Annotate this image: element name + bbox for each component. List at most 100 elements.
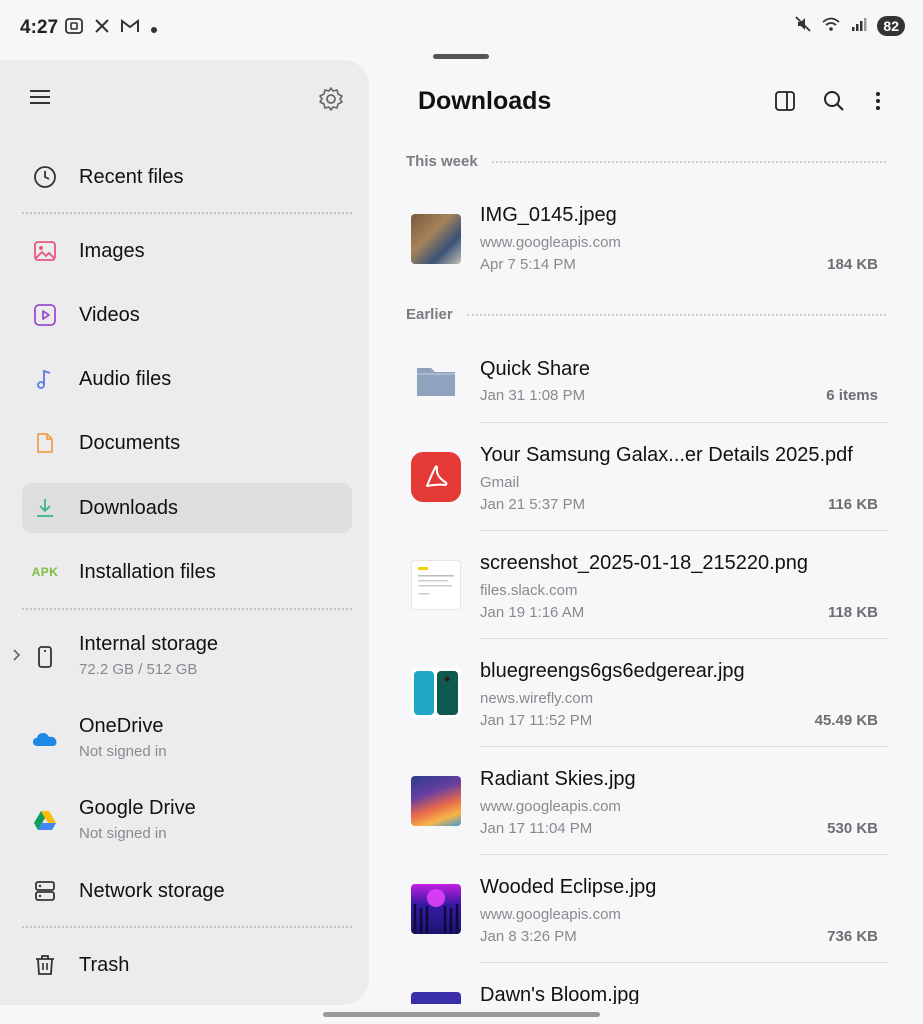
sidebar-item-network-storage[interactable]: Network storage (22, 866, 352, 916)
gesture-nav-handle[interactable] (323, 1012, 600, 1017)
file-date: Jan 31 1:08 PM (480, 387, 586, 404)
hamburger-icon-line (30, 102, 50, 104)
section-label: This week (406, 153, 478, 170)
mute-icon (795, 16, 812, 36)
wifi-icon (821, 16, 841, 36)
sign-in-status: Not signed in (79, 825, 167, 842)
row-divider (480, 854, 888, 855)
file-size: 184 KB (827, 256, 878, 273)
file-row-bluegreen-jpg[interactable]: bluegreengs6gs6edgerear.jpg news.wirefly… (406, 656, 888, 736)
image-thumbnail (411, 884, 461, 934)
onedrive-icon (32, 726, 58, 752)
signal-icon (851, 16, 867, 36)
section-header-this-week: This week (406, 153, 886, 170)
sidebar-item-recent-files[interactable]: Recent files (22, 152, 352, 202)
file-size: 118 KB (827, 604, 878, 621)
sidebar-item-videos[interactable]: Videos (22, 290, 352, 340)
battery-badge: 82 (877, 16, 905, 36)
split-view-button[interactable] (772, 88, 798, 114)
file-row-radiant-skies[interactable]: Radiant Skies.jpg www.googleapis.com Jan… (406, 764, 888, 844)
file-source: files.slack.com (480, 582, 578, 599)
file-source: www.googleapis.com (480, 906, 621, 923)
file-name: Quick Share (480, 358, 591, 380)
dot-icon (150, 19, 158, 39)
file-source: www.googleapis.com (480, 234, 621, 251)
settings-button[interactable] (318, 86, 346, 114)
file-source: Gmail (480, 474, 520, 491)
image-thumbnail (411, 776, 461, 826)
pane-drag-handle[interactable] (433, 54, 489, 59)
file-date: Jan 8 3:26 PM (480, 928, 577, 945)
status-bar: 4:27 82 (0, 0, 923, 56)
section-header-earlier: Earlier (406, 306, 886, 323)
sidebar-item-trash[interactable]: Trash (22, 940, 352, 990)
status-right-icons: 82 (795, 16, 905, 36)
hamburger-icon-line (30, 96, 50, 98)
screenshot-icon (64, 17, 84, 40)
search-button[interactable] (821, 88, 847, 114)
music-note-icon (32, 366, 58, 392)
network-storage-icon (32, 878, 58, 904)
sidebar-divider (22, 926, 352, 928)
file-row-screenshot-png[interactable]: screenshot_2025-01-18_215220.png files.s… (406, 548, 888, 628)
file-source: www.googleapis.com (480, 798, 621, 815)
image-thumbnail (411, 560, 461, 610)
sidebar: Recent files Images Videos Audio files D… (0, 60, 369, 1005)
sidebar-divider (22, 212, 352, 214)
video-icon (32, 302, 58, 328)
sidebar-item-label: Internal storage (79, 633, 218, 655)
file-date: Apr 7 5:14 PM (480, 256, 576, 273)
file-source: news.wirefly.com (480, 690, 594, 707)
file-date: Jan 17 11:04 PM (480, 820, 593, 837)
sidebar-item-label: Installation files (79, 560, 216, 583)
file-row-samsung-pdf[interactable]: Your Samsung Galax...er Details 2025.pdf… (406, 440, 888, 520)
gmail-icon (120, 18, 140, 39)
x-icon (94, 18, 110, 39)
sidebar-item-onedrive[interactable]: OneDrive Not signed in (22, 710, 352, 770)
file-row-dawns-bloom[interactable]: Dawn's Bloom.jpg (406, 980, 888, 1004)
folder-row-quick-share[interactable]: Quick Share Jan 31 1:08 PM 6 items (406, 354, 888, 422)
image-thumbnail (411, 668, 461, 718)
chevron-right-icon[interactable] (12, 648, 22, 667)
section-label: Earlier (406, 306, 453, 323)
sidebar-item-google-drive[interactable]: Google Drive Not signed in (22, 792, 352, 852)
status-left-icons (64, 17, 158, 40)
file-name: Radiant Skies.jpg (480, 768, 636, 790)
sidebar-item-internal-storage[interactable]: Internal storage 72.2 GB / 512 GB (13, 628, 352, 688)
file-size: 45.49 KB (814, 712, 878, 729)
sidebar-item-label: Documents (79, 431, 181, 454)
sidebar-item-audio-files[interactable]: Audio files (22, 354, 352, 404)
more-options-button[interactable] (865, 88, 891, 114)
row-divider (480, 422, 888, 423)
section-divider (466, 313, 886, 316)
file-name: Wooded Eclipse.jpg (480, 876, 657, 898)
item-count: 6 items (826, 387, 878, 404)
image-icon (32, 238, 58, 264)
file-row-img-0145[interactable]: IMG_0145.jpeg www.googleapis.com Apr 7 5… (406, 200, 888, 280)
sidebar-item-images[interactable]: Images (22, 226, 352, 276)
sidebar-item-label: Trash (79, 953, 130, 976)
file-date: Jan 17 11:52 PM (480, 712, 593, 729)
sign-in-status: Not signed in (79, 743, 167, 760)
sidebar-item-installation-files[interactable]: APK Installation files (22, 547, 352, 597)
row-divider (480, 530, 888, 531)
google-drive-icon (32, 808, 58, 834)
file-name: bluegreengs6gs6edgerear.jpg (480, 660, 745, 682)
phone-icon (32, 644, 58, 670)
folder-icon (411, 360, 461, 410)
main-pane: Downloads This week IMG_0145.jpeg www.go… (369, 60, 923, 1020)
gear-icon (319, 87, 343, 111)
more-vertical-icon (876, 92, 880, 110)
sidebar-item-documents[interactable]: Documents (22, 418, 352, 468)
sidebar-item-label: Recent files (79, 165, 184, 188)
menu-button[interactable] (30, 86, 58, 114)
file-row-wooded-eclipse[interactable]: Wooded Eclipse.jpg www.googleapis.com Ja… (406, 872, 888, 952)
sidebar-item-downloads[interactable]: Downloads (22, 483, 352, 533)
row-divider (480, 746, 888, 747)
sidebar-header (0, 60, 369, 140)
pdf-icon (411, 452, 461, 502)
sidebar-item-label: Audio files (79, 367, 172, 390)
file-size: 530 KB (827, 820, 878, 837)
search-icon (824, 91, 844, 111)
sidebar-item-label: OneDrive (79, 715, 164, 737)
